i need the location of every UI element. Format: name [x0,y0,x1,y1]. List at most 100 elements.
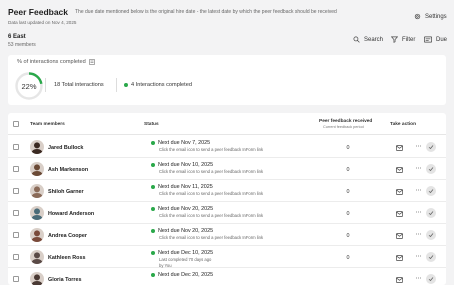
status-due-text: Next due Nov 10, 2025 [158,162,214,168]
status-detail-line: Click the email icon to send a peer feed… [159,235,264,240]
col-header-status[interactable]: Status [144,122,159,127]
status-dot-icon [151,229,155,233]
completion-summary-card: % of interactions completed 22% 18 Total… [8,55,446,105]
mark-complete-icon[interactable] [426,186,436,196]
feedback-received-count: 0 [346,255,350,261]
due-date-note: The due date mentioned below is the orig… [75,9,337,15]
row-checkbox[interactable] [13,210,19,216]
status-detail: Click the email icon to send a peer feed… [159,213,263,219]
table-row[interactable]: Kathleen Ross Next due Dec 10, 2025 Last c… [8,246,446,268]
team-name: 6 East [8,34,26,40]
status-due-text: Next due Dec 10, 2025 [158,250,214,256]
sort-icon [424,36,432,43]
status-due: Next due Nov 20, 2025 [151,206,213,212]
table-row[interactable]: Andrea Cooper Next due Nov 20, 2025 Click … [8,224,446,246]
col-header-received-sub: Current feedback period [323,125,364,129]
gear-icon [414,13,421,20]
mark-complete-icon[interactable] [426,230,436,240]
avatar [30,228,44,242]
more-options-icon[interactable]: ⋯ [415,231,422,238]
status-due: Next due Nov 11, 2025 [151,184,213,190]
table-row[interactable]: Ash Markenson Next due Nov 10, 2025 Click … [8,158,446,180]
mark-complete-icon[interactable] [426,208,436,218]
email-icon[interactable] [396,232,403,239]
more-options-icon[interactable]: ⋯ [415,187,422,194]
completed-dot-icon [124,83,128,87]
member-name[interactable]: Andrea Cooper [48,233,87,239]
mark-complete-icon[interactable] [426,252,436,262]
more-options-icon[interactable]: ⋯ [415,209,422,216]
row-checkbox[interactable] [13,232,19,238]
search-label: Search [364,36,384,43]
due-label: Due [436,36,448,43]
email-icon[interactable] [396,276,403,283]
mark-complete-icon[interactable] [426,274,436,284]
settings-button[interactable]: Settings [414,13,447,20]
col-header-received[interactable]: Peer feedback received [319,119,372,124]
avatar [30,206,44,220]
status-due-text: Next due Dec 20, 2025 [158,272,214,278]
table-row[interactable]: Gloria Torres Next due Dec 20, 2025 ⋯ [8,268,446,285]
table-row[interactable]: Shiloh Garner Next due Nov 11, 2025 Click … [8,180,446,202]
filter-icon [391,36,398,43]
completed-interactions-text: 4 Interactions completed [131,82,192,88]
avatar [30,184,44,198]
col-header-members[interactable]: Team members [30,122,65,127]
page-header: Peer Feedback The due date mentioned bel… [0,0,454,56]
member-name[interactable]: Howard Anderson [48,211,94,217]
status-due: Next due Nov 10, 2025 [151,162,213,168]
email-icon[interactable] [396,254,403,261]
status-dot-icon [151,273,155,277]
member-name[interactable]: Ash Markenson [48,167,88,173]
mark-complete-icon[interactable] [426,164,436,174]
summary-title-text: % of interactions completed [17,59,86,65]
sort-due-button[interactable]: Due [424,36,447,43]
total-interactions: 18 Total interactions [54,82,104,88]
member-name[interactable]: Jared Bullock [48,145,83,151]
select-all-checkbox[interactable] [13,121,19,127]
filter-label: Filter [402,36,416,43]
status-due-text: Next due Nov 20, 2025 [158,228,214,234]
status-detail-line: Click the email icon to send a peer feed… [159,147,264,152]
status-detail: Click the email icon to send a peer feed… [159,191,263,197]
status-due: Next due Nov 20, 2025 [151,228,213,234]
filter-button[interactable]: Filter [391,36,415,43]
status-detail-line: Click the email icon to send a peer feed… [159,169,264,174]
email-icon[interactable] [396,188,403,195]
member-name[interactable]: Gloria Torres [48,277,81,283]
status-due-text: Next due Nov 20, 2025 [158,206,214,212]
row-checkbox[interactable] [13,144,19,150]
more-options-icon[interactable]: ⋯ [415,253,422,260]
row-checkbox[interactable] [13,166,19,172]
email-icon[interactable] [396,210,403,217]
status-detail: Click the email icon to send a peer feed… [159,235,263,241]
more-options-icon[interactable]: ⋯ [415,143,422,150]
search-button[interactable]: Search [353,36,383,43]
status-detail: Last completed 70 days ago by You [159,257,211,268]
status-dot-icon [151,251,155,255]
completion-percent: 22% [21,81,37,91]
mark-complete-icon[interactable] [426,142,436,152]
table-row[interactable]: Jared Bullock Next due Nov 7, 2025 Click t… [8,136,446,158]
avatar [30,162,44,176]
total-interactions-text: 18 Total interactions [54,82,104,88]
table-row[interactable]: Howard Anderson Next due Nov 20, 2025 Clic… [8,202,446,224]
search-icon [353,36,360,43]
status-detail-line: Click the email icon to send a peer feed… [159,191,264,196]
more-options-icon[interactable]: ⋯ [415,165,422,172]
more-options-icon[interactable]: ⋯ [415,275,422,282]
row-checkbox[interactable] [13,254,19,260]
member-name[interactable]: Shiloh Garner [48,189,84,195]
feedback-received-count: 0 [346,167,350,173]
divider [45,78,46,92]
calculator-icon[interactable] [88,59,95,65]
status-detail: Click the email icon to send a peer feed… [159,147,263,153]
status-due-text: Next due Nov 7, 2025 [158,140,211,146]
member-name[interactable]: Kathleen Ross [48,255,85,261]
avatar [30,250,44,264]
row-checkbox[interactable] [13,276,19,282]
settings-label: Settings [425,13,447,20]
email-icon[interactable] [396,144,403,151]
row-checkbox[interactable] [13,188,19,194]
email-icon[interactable] [396,166,403,173]
